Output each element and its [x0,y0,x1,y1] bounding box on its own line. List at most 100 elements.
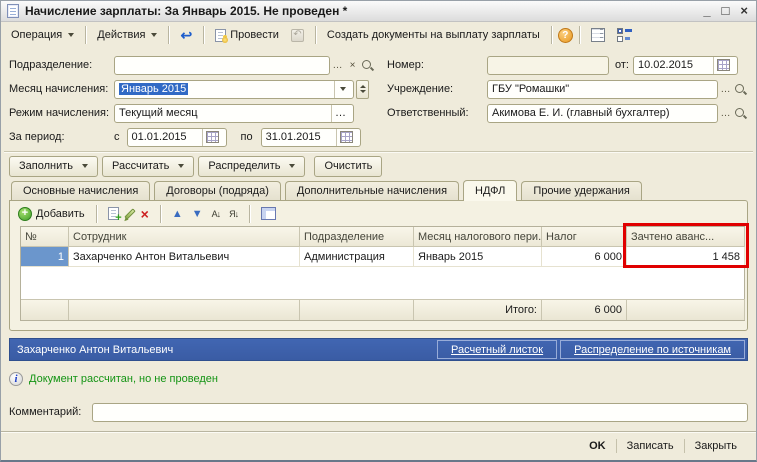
source-distribution-link[interactable]: Распределение по источникам [560,340,745,359]
operation-menu-button[interactable]: Операция [6,27,79,43]
magnifier-icon [734,107,747,120]
document-list-button[interactable] [586,26,610,44]
current-employee-name: Захарченко Антон Витальевич [17,343,174,356]
undo-posting-button[interactable]: ↶ [286,27,309,44]
delete-icon: × [140,205,149,222]
spin-down-icon [359,90,366,93]
department-field[interactable] [114,55,330,75]
current-row-infobar: Захарченко Антон Витальевич Расчетный ли… [9,338,748,361]
period-to-calendar-button[interactable] [335,128,356,146]
table-row[interactable]: 1 Захарченко Антон Витальевич Администра… [21,247,745,267]
calendar-icon [339,131,353,143]
period-from-calendar-button[interactable] [201,128,222,146]
document-list-icon [590,28,605,42]
cell-num[interactable]: 1 [21,247,69,267]
col-header-tax[interactable]: Налог [542,227,627,247]
cell-department[interactable]: Администрация [300,247,414,267]
separator [683,439,685,453]
tab-additional-accruals[interactable]: Дополнительные начисления [284,181,460,200]
fill-button[interactable]: Заполнить [9,155,99,177]
payslip-link[interactable]: Расчетный листок [437,340,558,359]
institution-open-button[interactable] [733,81,748,98]
responsible-label: Ответственный: [387,107,469,119]
col-header-employee[interactable]: Сотрудник [69,227,300,247]
department-clear-button[interactable]: × [345,57,360,74]
period-from-field[interactable]: 01.01.2015 [126,127,227,147]
accrual-month-field[interactable]: Январь 2015 [114,79,354,99]
post-document-button[interactable]: Провести [210,27,284,44]
document-icon [7,4,19,18]
tab-ndfl[interactable]: НДФЛ [463,180,518,201]
cell-tax[interactable]: 6 000 [542,247,627,267]
accrual-mode-select-button[interactable]: … [331,104,349,122]
cell-advance[interactable]: 1 458 [627,247,745,267]
move-down-button[interactable]: ▼ [190,207,205,221]
accrual-month-dropdown-button[interactable] [334,80,349,98]
period-to-field[interactable]: 31.01.2015 [260,127,361,147]
chevron-down-icon [340,87,346,91]
main-toolbar: Операция Действия ↩ Провести ↶ Создать д… [1,22,756,48]
sort-desc-button[interactable]: Я↓ [227,208,240,220]
separator [578,26,580,44]
copy-row-button[interactable] [106,206,122,224]
maximize-button[interactable]: □ [722,4,730,18]
footer-button-bar: OK Записать Закрыть [1,431,756,460]
move-up-button[interactable]: ▲ [170,207,185,221]
tab-contracts[interactable]: Договоры (подряда) [154,181,281,200]
accrual-month-spinner[interactable] [356,79,369,99]
table-empty-area [21,267,744,299]
tab-other-deductions[interactable]: Прочие удержания [521,181,642,200]
col-header-tax-month[interactable]: Месяц налогового пери... [414,227,542,247]
calculate-button[interactable]: Рассчитать [102,155,195,177]
col-header-advance[interactable]: Зачтено аванс... [627,227,745,247]
close-window-button[interactable]: Закрыть [686,437,746,455]
department-open-button[interactable] [360,57,375,74]
header-form: Подразделение: … × Месяц начисления: Янв… [1,48,756,151]
number-field[interactable] [487,55,609,75]
tab-strip: Основные начисления Договоры (подряда) Д… [1,179,756,201]
tab-main-accruals[interactable]: Основные начисления [11,181,151,200]
minimize-button[interactable]: _ [703,4,710,18]
institution-field[interactable]: ГБУ "Ромашки" [487,79,718,99]
sort-asc-button[interactable]: А↓ [210,208,223,220]
edit-row-button[interactable] [123,207,136,221]
responsible-select-button[interactable]: … [718,105,733,122]
separator [168,26,170,44]
close-button[interactable]: × [740,4,748,18]
payroll-document-window: Начисление зарплаты: За Январь 2015. Не … [0,0,757,462]
help-icon[interactable]: ? [557,27,573,43]
titlebar: Начисление зарплаты: За Январь 2015. Не … [1,1,756,22]
responsible-field[interactable]: Акимова Е. И. (главный бухгалтер) [487,103,718,123]
column-settings-button[interactable] [259,206,278,221]
number-label: Номер: [387,59,424,71]
ok-button[interactable]: OK [580,437,615,455]
create-payout-documents-button[interactable]: Создать документы на выплату зарплаты [322,27,545,43]
col-header-department[interactable]: Подразделение [300,227,414,247]
actions-menu-button[interactable]: Действия [92,27,162,43]
responsible-open-button[interactable] [733,105,748,122]
cell-tax-month[interactable]: Январь 2015 [414,247,542,267]
separator [550,26,552,44]
date-calendar-button[interactable] [712,56,733,74]
distribute-button[interactable]: Распределить [198,155,306,177]
sort-desc-icon: Я↓ [229,208,239,219]
window-title: Начисление зарплаты: За Январь 2015. Не … [25,4,348,18]
comment-label: Комментарий: [9,406,82,418]
settings-list-button[interactable] [612,26,637,44]
department-select-button[interactable]: … [330,57,345,74]
cell-employee[interactable]: Захарченко Антон Витальевич [69,247,300,267]
separator [159,204,161,223]
chevron-down-icon [178,164,185,168]
add-row-button[interactable]: + Добавить [16,206,87,222]
col-header-num[interactable]: № [21,227,69,247]
related-documents-button[interactable]: ↩ [175,27,197,43]
total-tax: 6 000 [542,299,627,320]
edit-icon [123,207,136,220]
date-field[interactable]: 10.02.2015 [632,55,738,75]
delete-row-button[interactable]: × [139,207,151,221]
accrual-mode-field[interactable]: Текущий месяц … [114,103,354,123]
clear-button[interactable]: Очистить [314,155,383,177]
institution-select-button[interactable]: … [718,81,733,98]
comment-field[interactable] [92,402,748,422]
save-button[interactable]: Записать [618,437,683,455]
